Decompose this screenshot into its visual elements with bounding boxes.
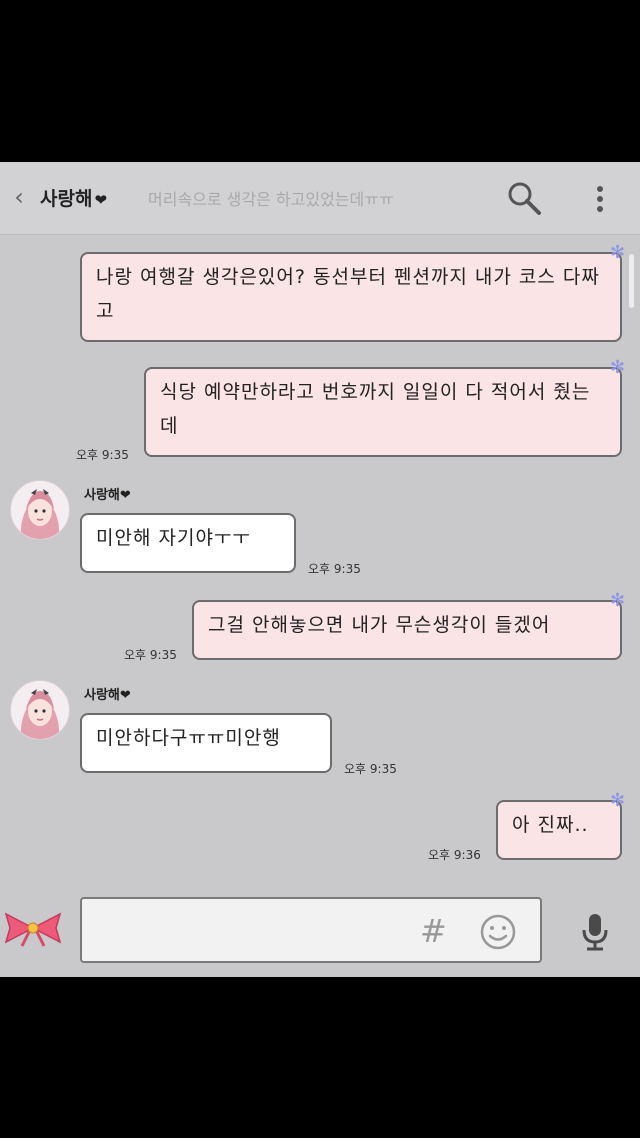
avatar[interactable] [10, 480, 70, 540]
microphone-icon[interactable] [578, 912, 612, 952]
avatar-girl-icon [20, 689, 60, 739]
message-time: 오후 9:35 [344, 762, 397, 776]
smiley-icon[interactable] [478, 912, 518, 952]
black-heart-icon: ❤ [94, 191, 108, 209]
my-message-bubble[interactable]: 그걸 안해놓으면 내가 무슨생각이 들겠어 [192, 600, 622, 660]
message-input[interactable] [80, 897, 542, 963]
sender-name: 사랑해❤ [84, 684, 131, 703]
sender-name: 사랑해❤ [84, 484, 131, 503]
black-heart-icon: ❤ [119, 488, 131, 503]
pink-bow-icon[interactable] [2, 908, 64, 948]
message-text: 그걸 안해놓으면 내가 무슨생각이 들겠어 [208, 614, 551, 636]
search-preview-text: 머리속으로 생각은 하고있었는데ㅠㅠ [148, 190, 394, 209]
my-message-bubble[interactable]: 나랑 여행갈 생각은있어? 동선부터 펜션까지 내가 코스 다짜고 [80, 252, 622, 342]
their-message-bubble[interactable]: 미안해 자기야ㅜㅜ [80, 513, 296, 573]
chat-title-text: 사랑해 [40, 188, 93, 210]
chat-header: ‹ 사랑해 ❤ 머리속으로 생각은 하고있었는데ㅠㅠ [0, 162, 640, 235]
my-message-bubble[interactable]: 식당 예약만하라고 번호까지 일일이 다 적어서 줬는데 [144, 367, 622, 457]
message-text: 미안해 자기야ㅜㅜ [96, 527, 251, 549]
star-decoration-icon: ✻ [610, 590, 626, 611]
message-text: 식당 예약만하라고 번호까지 일일이 다 적어서 줬는데 [160, 381, 591, 437]
sender-name-text: 사랑해 [84, 488, 120, 503]
avatar-girl-icon [20, 489, 60, 539]
chevron-left-icon[interactable]: ‹ [8, 182, 30, 212]
my-message-bubble[interactable]: 아 진짜.. [496, 800, 622, 860]
message-time: 오후 9:35 [308, 562, 361, 576]
message-time: 오후 9:36 [428, 848, 481, 862]
star-decoration-icon: ✻ [610, 790, 626, 811]
black-heart-icon: ❤ [119, 688, 131, 703]
star-decoration-icon: ✻ [610, 242, 626, 263]
search-icon[interactable] [506, 180, 542, 216]
hashtag-icon[interactable]: # [420, 912, 447, 950]
chat-screen: ‹ 사랑해 ❤ 머리속으로 생각은 하고있었는데ㅠㅠ 나랑 여행갈 생각은있어? … [0, 162, 640, 977]
scrollbar[interactable] [629, 254, 634, 308]
more-vertical-icon[interactable] [588, 182, 612, 216]
avatar[interactable] [10, 680, 70, 740]
sender-name-text: 사랑해 [84, 688, 120, 703]
their-message-bubble[interactable]: 미안하다구ㅠㅠ미안행 [80, 713, 332, 773]
message-time: 오후 9:35 [124, 648, 177, 662]
message-text: 아 진짜.. [512, 814, 589, 836]
chat-title: 사랑해 ❤ [40, 184, 107, 211]
star-decoration-icon: ✻ [610, 357, 626, 378]
message-time: 오후 9:35 [76, 448, 129, 462]
message-text: 미안하다구ㅠㅠ미안행 [96, 727, 281, 749]
message-text: 나랑 여행갈 생각은있어? 동선부터 펜션까지 내가 코스 다짜고 [96, 266, 600, 322]
